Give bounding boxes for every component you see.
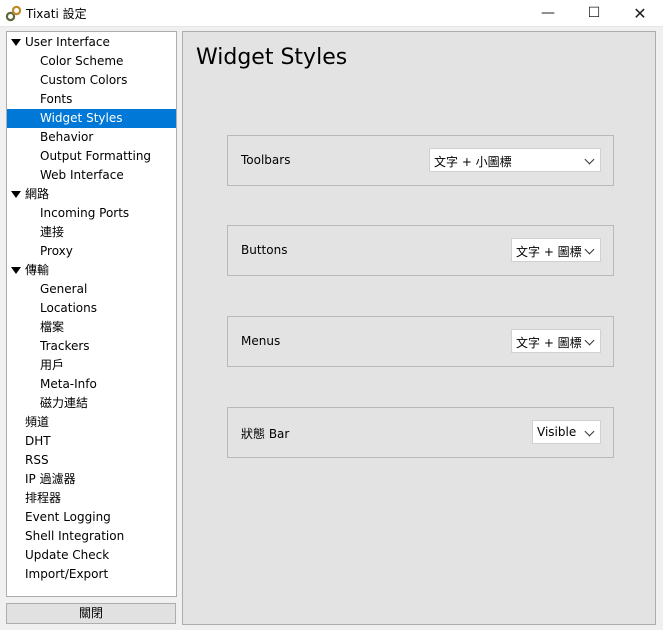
tree-item-output-formatting[interactable]: Output Formatting	[7, 147, 176, 166]
tree-item-web-interface[interactable]: Web Interface	[7, 166, 176, 185]
setting-toolbars: Toolbars 文字 + 小圖標	[227, 135, 614, 186]
tree-item-incoming-ports[interactable]: Incoming Ports	[7, 204, 176, 223]
tree-item-proxy[interactable]: Proxy	[7, 242, 176, 261]
tree-item-widget-styles[interactable]: Widget Styles	[7, 109, 176, 128]
maximize-button[interactable]: ☐	[571, 0, 617, 27]
menus-dropdown[interactable]: 文字 + 圖標	[511, 329, 601, 353]
chevron-down-icon	[584, 244, 595, 255]
setting-label: 狀態 Bar	[241, 427, 290, 441]
tree-item-connections[interactable]: 連接	[7, 223, 176, 242]
tree-item-fonts[interactable]: Fonts	[7, 90, 176, 109]
tree-item-event-logging[interactable]: Event Logging	[7, 508, 176, 527]
tree-item-import-export[interactable]: Import/Export	[7, 565, 176, 584]
tree-item-update-check[interactable]: Update Check	[7, 546, 176, 565]
tree-item-custom-colors[interactable]: Custom Colors	[7, 71, 176, 90]
chevron-down-icon	[584, 426, 595, 437]
settings-panel: Widget Styles Toolbars 文字 + 小圖標 Buttons …	[182, 31, 656, 625]
tree-item-locations[interactable]: Locations	[7, 299, 176, 318]
tree-item-network[interactable]: 網路	[7, 185, 176, 204]
dropdown-value: 文字 + 圖標	[516, 245, 582, 259]
dropdown-value: Visible	[537, 425, 577, 439]
tree-item-channels[interactable]: 頻道	[7, 413, 176, 432]
chevron-down-icon	[584, 154, 595, 165]
close-window-button[interactable]: ✕	[617, 0, 663, 27]
expand-triangle-icon[interactable]	[11, 39, 21, 46]
tree-item-user-interface[interactable]: User Interface	[7, 33, 176, 52]
tree-item-ip-filter[interactable]: IP 過濾器	[7, 470, 176, 489]
settings-tree[interactable]: User Interface Color Scheme Custom Color…	[6, 31, 177, 597]
toolbars-dropdown[interactable]: 文字 + 小圖標	[429, 148, 601, 172]
buttons-dropdown[interactable]: 文字 + 圖標	[511, 238, 601, 262]
tree-item-dht[interactable]: DHT	[7, 432, 176, 451]
setting-label: Menus	[241, 334, 281, 348]
tixati-logo-icon	[5, 5, 22, 22]
expand-triangle-icon[interactable]	[11, 267, 21, 274]
page-title: Widget Styles	[196, 45, 348, 70]
tree-item-meta-info[interactable]: Meta-Info	[7, 375, 176, 394]
title-bar: Tixati 設定 — ☐ ✕	[0, 0, 663, 27]
tree-item-color-scheme[interactable]: Color Scheme	[7, 52, 176, 71]
tree-item-trackers[interactable]: Trackers	[7, 337, 176, 356]
window-edge	[658, 30, 663, 270]
tree-item-behavior[interactable]: Behavior	[7, 128, 176, 147]
tree-item-rss[interactable]: RSS	[7, 451, 176, 470]
tree-item-general[interactable]: General	[7, 280, 176, 299]
window-title: Tixati 設定	[26, 7, 87, 21]
tree-item-magnet-links[interactable]: 磁力連結	[7, 394, 176, 413]
tree-item-shell-integration[interactable]: Shell Integration	[7, 527, 176, 546]
tree-item-files[interactable]: 檔案	[7, 318, 176, 337]
setting-status-bar: 狀態 Bar Visible	[227, 407, 614, 458]
dropdown-value: 文字 + 小圖標	[434, 155, 512, 169]
close-button[interactable]: 關閉	[6, 603, 176, 624]
dropdown-value: 文字 + 圖標	[516, 336, 582, 350]
expand-triangle-icon[interactable]	[11, 191, 21, 198]
tree-item-peers[interactable]: 用戶	[7, 356, 176, 375]
setting-buttons: Buttons 文字 + 圖標	[227, 225, 614, 276]
minimize-button[interactable]: —	[525, 0, 571, 27]
status-bar-dropdown[interactable]: Visible	[532, 420, 601, 444]
setting-label: Buttons	[241, 243, 288, 257]
tree-item-transfers[interactable]: 傳輸	[7, 261, 176, 280]
setting-label: Toolbars	[241, 153, 291, 167]
chevron-down-icon	[584, 335, 595, 346]
setting-menus: Menus 文字 + 圖標	[227, 316, 614, 367]
tree-item-scheduler[interactable]: 排程器	[7, 489, 176, 508]
